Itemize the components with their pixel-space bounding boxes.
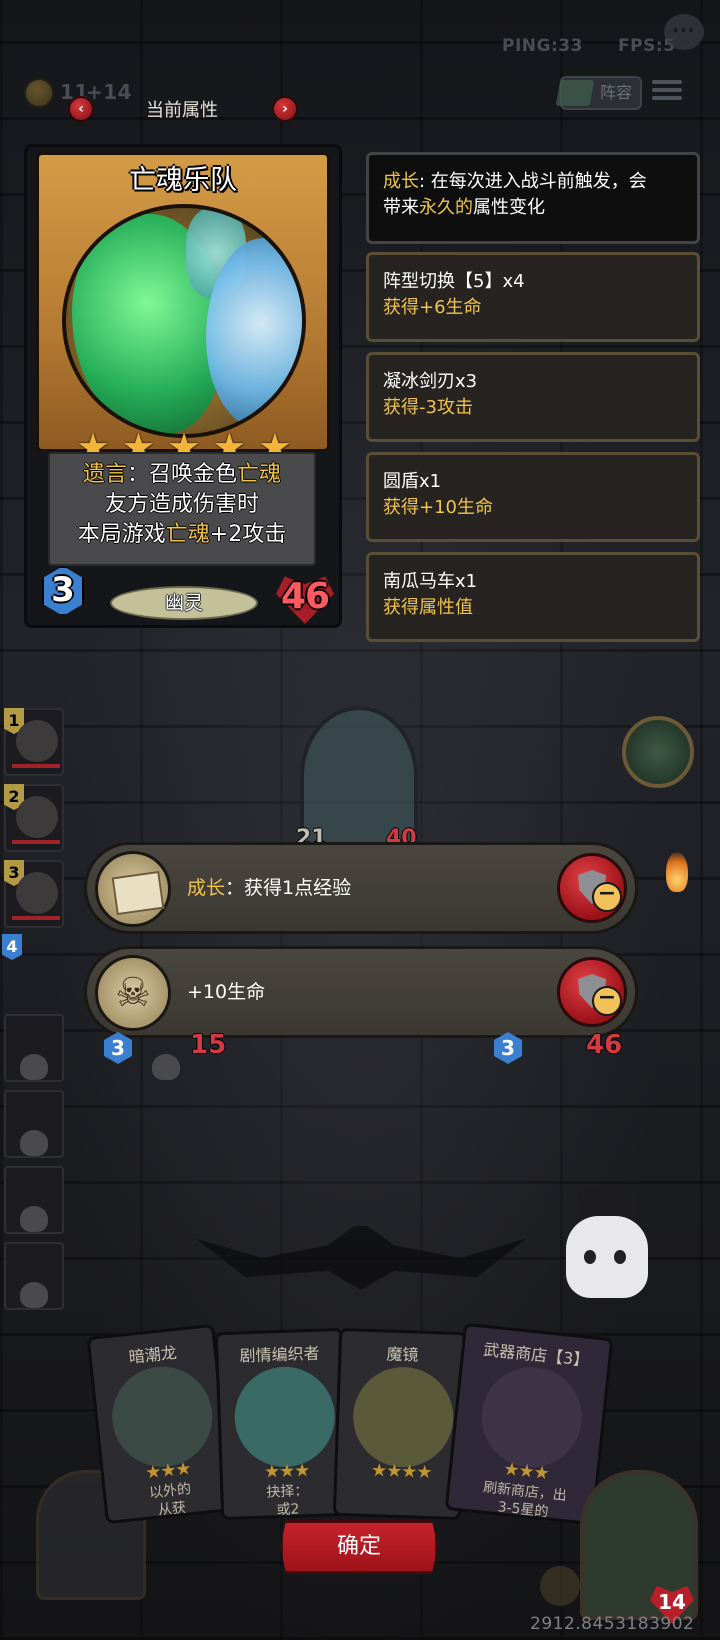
skull-icon — [20, 1206, 48, 1232]
skull-coin-icon — [95, 955, 171, 1031]
hand-card-art — [351, 1365, 455, 1469]
hand-card-text: 抉择： 或2 — [266, 1483, 309, 1519]
skull-icon — [20, 1130, 48, 1156]
growth-effect-row: 成长：获得1点经验 — [84, 842, 638, 934]
health-value: 46 — [280, 576, 330, 617]
player-avatar — [16, 720, 58, 762]
growth-item-title: 凝冰剑刃x3 — [383, 371, 478, 392]
seed-readout: 2912.8453183902 — [530, 1614, 695, 1634]
book-icon — [555, 80, 595, 106]
growth-effect-row: +10生命 — [84, 946, 638, 1038]
intro-text: 属性变化 — [473, 197, 545, 218]
confirm-button[interactable]: 确定 — [280, 1520, 438, 1574]
hand-card-art — [107, 1361, 218, 1472]
effect-label: 成长：获得1点经验 — [187, 873, 351, 900]
card-description: 遗言：召唤金色亡魂 友方造成伤害时 本局游戏亡魂+2攻击 — [48, 452, 316, 566]
chat-icon[interactable] — [664, 14, 704, 50]
growth-item: 凝冰剑刃x3 获得-3攻击 — [366, 352, 700, 442]
growth-item: 南瓜马车x1 获得属性值 — [366, 552, 700, 642]
growth-item-title: 圆盾x1 — [383, 471, 442, 492]
bell-icon[interactable] — [540, 1566, 580, 1606]
intro-text: : 在每次进入战斗前触发，会 — [419, 171, 647, 192]
growth-item-effect: 获得+10生命 — [383, 497, 493, 518]
keyword-growth: 成长 — [383, 171, 419, 192]
page-title: 当前属性 — [146, 100, 218, 121]
player-avatar — [16, 872, 58, 914]
intro-text: 带来 — [383, 197, 419, 218]
roster-slot[interactable]: 4 — [2, 934, 28, 992]
cost-badge: 3 — [42, 566, 84, 620]
growth-item: 阵型切换【5】x4 获得+6生命 — [366, 252, 700, 342]
effect-text: ：获得1点经验 — [225, 877, 352, 899]
opponent-portrait[interactable] — [622, 716, 694, 788]
chevron-right-icon[interactable]: › — [272, 96, 298, 122]
growth-item: 圆盾x1 获得+10生命 — [366, 452, 700, 542]
health-bar — [12, 840, 60, 844]
hand-card-art — [476, 1362, 587, 1473]
roster-slot[interactable]: 3 — [4, 860, 64, 928]
desc-text: +2攻击 — [209, 522, 287, 547]
slot-health-value: 15 — [190, 1030, 227, 1060]
growth-item-title: 南瓜马车x1 — [383, 571, 478, 592]
shield-remove-button[interactable] — [557, 957, 627, 1027]
hand-card-name: 暗潮龙 — [127, 1342, 178, 1367]
roster-slot[interactable]: 2 — [4, 784, 64, 852]
growth-item-title: 阵型切换【5】x4 — [383, 271, 525, 292]
desc-line-3: 本局游戏亡魂+2攻击 — [50, 520, 314, 550]
hand-card[interactable]: 剧情编织者 ★★★ 抉择： 或2 — [214, 1327, 350, 1521]
player-avatar — [16, 796, 58, 838]
slot-health-value: 46 — [586, 1030, 623, 1060]
keyword-permanent: 永久的 — [419, 197, 473, 218]
gold-coin-icon — [24, 78, 54, 108]
growth-intro-panel: 成长: 在每次进入战斗前触发，会 带来永久的属性变化 — [366, 152, 700, 244]
hand-card-stars: ★★★★ — [370, 1460, 432, 1484]
health-bar — [12, 916, 60, 920]
card-name: 亡魂乐队 — [129, 165, 237, 196]
map-scroll-icon — [95, 851, 171, 927]
board-minion — [300, 706, 418, 846]
growth-item-effect: 获得+6生命 — [383, 297, 482, 318]
hand-card-art — [233, 1365, 337, 1469]
skull-icon — [20, 1054, 48, 1080]
hamburger-menu-icon[interactable] — [652, 76, 682, 106]
ghost-pet — [566, 1216, 648, 1298]
shield-remove-button[interactable] — [557, 853, 627, 923]
hand-card[interactable]: 暗潮龙 ★★★ 以外的 从获 — [86, 1323, 234, 1525]
roster-slot[interactable]: 1 — [4, 708, 64, 776]
skull-icon — [20, 1282, 48, 1308]
torch-flame — [666, 852, 688, 892]
hand-card-stars: ★★★ — [263, 1460, 310, 1483]
lineup-label: 阵容 — [599, 83, 632, 102]
keyword-soul: 亡魂 — [165, 522, 210, 547]
effect-text: +10生命 — [187, 981, 266, 1003]
ping-readout: PING:33 — [502, 36, 583, 56]
effect-label: +10生命 — [187, 977, 265, 1004]
chevron-left-icon[interactable]: ‹ — [68, 96, 94, 122]
rank-badge: 4 — [2, 934, 22, 960]
keyword-soul: 亡魂 — [237, 462, 282, 487]
lineup-button[interactable]: 阵容 — [555, 76, 642, 110]
keyword-deathrattle: 遗言 — [82, 462, 127, 487]
health-badge: 46 — [270, 574, 340, 624]
tribe-label: 幽灵 — [110, 586, 258, 620]
card-portrait — [62, 204, 306, 438]
desc-line-2: 友方造成伤害时 — [104, 492, 259, 517]
bat-silhouette — [196, 1226, 526, 1290]
hand-card-name: 剧情编织者 — [239, 1343, 320, 1366]
cost-value: 3 — [51, 570, 75, 610]
desc-line-1: 遗言：召唤金色亡魂 — [50, 460, 314, 490]
keyword-growth: 成长 — [187, 877, 226, 899]
skull-icon — [152, 1054, 180, 1080]
desc-text: ：召唤金色 — [126, 462, 237, 487]
growth-item-effect: 获得-3攻击 — [383, 397, 473, 418]
desc-text: 本局游戏 — [77, 522, 166, 547]
health-bar — [12, 764, 60, 768]
hand-card-name: 魔镜 — [386, 1344, 419, 1365]
growth-item-effect: 获得属性值 — [383, 597, 473, 618]
